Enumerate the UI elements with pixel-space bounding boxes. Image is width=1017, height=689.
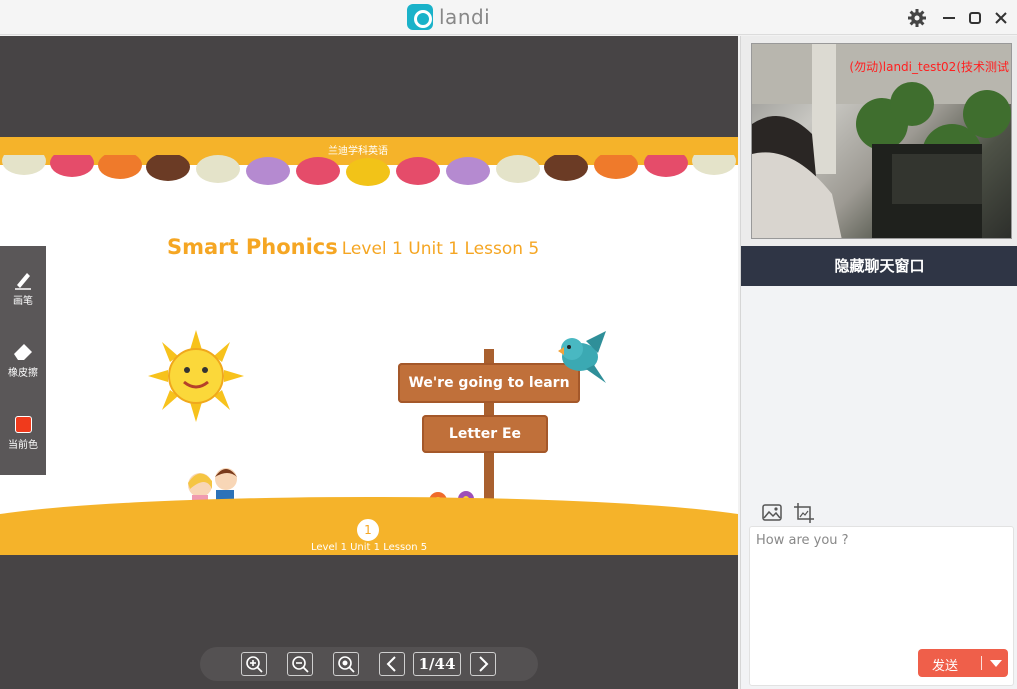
landi-logo-icon xyxy=(407,4,433,30)
color-swatch xyxy=(14,416,32,433)
current-color-tool[interactable]: 当前色 xyxy=(0,416,46,451)
zoom-out-button[interactable] xyxy=(287,652,313,676)
gear-icon xyxy=(908,9,926,27)
close-button[interactable] xyxy=(990,7,1012,29)
eraser-icon xyxy=(14,344,32,360)
app-name: landi xyxy=(439,5,491,29)
side-panel: (勿动)landi_test02(技术测试 隐藏聊天窗口 发送 xyxy=(740,36,1017,689)
pen-icon xyxy=(15,273,31,290)
next-page-button[interactable] xyxy=(470,652,496,676)
screenshot-button[interactable] xyxy=(793,502,815,524)
chat-input-area: 发送 xyxy=(741,494,1017,689)
chevron-left-icon xyxy=(386,656,396,672)
drawing-toolbar: 画笔 橡皮擦 当前色 xyxy=(0,246,46,475)
sun-illustration xyxy=(148,330,244,422)
title-bar: landi xyxy=(0,0,1017,35)
app-brand: landi xyxy=(407,4,490,30)
slide-controls: 1/44 xyxy=(200,647,538,681)
maximize-button[interactable] xyxy=(964,7,986,29)
sign-bottom: Letter Ee xyxy=(422,415,548,453)
video-area: (勿动)landi_test02(技术测试 xyxy=(741,36,1017,246)
slide-page-number: 1 xyxy=(355,517,381,543)
eraser-tool[interactable]: 橡皮擦 xyxy=(0,342,46,379)
send-image-button[interactable] xyxy=(761,502,783,524)
eraser-tool-label: 橡皮擦 xyxy=(8,368,38,379)
minimize-button[interactable] xyxy=(938,7,960,29)
slide-footer: Level 1 Unit 1 Lesson 5 xyxy=(311,542,428,553)
previous-page-button[interactable] xyxy=(379,652,405,676)
close-icon xyxy=(995,12,1007,24)
send-button[interactable]: 发送 xyxy=(918,649,1008,677)
zoom-reset-icon xyxy=(338,656,355,673)
courseware-slide[interactable]: 兰迪学科英语 Smart Phonics Level 1 Unit 1 Lesso… xyxy=(0,137,738,555)
slide-title-rest: Level 1 Unit 1 Lesson 5 xyxy=(341,239,540,259)
hide-chat-button[interactable]: 隐藏聊天窗口 xyxy=(741,246,1017,286)
settings-button[interactable] xyxy=(906,7,928,29)
crop-icon xyxy=(794,503,814,523)
zoom-in-icon xyxy=(246,656,263,673)
send-button-divider xyxy=(981,656,982,670)
send-options-dropdown-icon[interactable] xyxy=(990,660,1002,667)
current-color-label: 当前色 xyxy=(8,440,38,451)
chevron-right-icon xyxy=(479,656,489,672)
video-feed[interactable]: (勿动)landi_test02(技术测试 xyxy=(751,43,1012,239)
sign-top: We're going to learn xyxy=(398,363,580,403)
bunting-decoration xyxy=(2,155,736,186)
maximize-icon xyxy=(969,12,981,24)
slide-title-bold: Smart Phonics xyxy=(167,235,338,259)
pen-tool-label: 画笔 xyxy=(13,296,33,307)
send-button-label: 发送 xyxy=(932,659,959,674)
zoom-in-button[interactable] xyxy=(241,652,267,676)
page-indicator: 1/44 xyxy=(413,652,461,676)
bird-illustration xyxy=(558,331,606,383)
minimize-icon xyxy=(943,17,955,19)
zoom-out-icon xyxy=(292,656,309,673)
video-participant-label: (勿动)landi_test02(技术测试 xyxy=(849,60,1009,74)
image-icon xyxy=(762,504,782,521)
slide-title: Smart Phonics Level 1 Unit 1 Lesson 5 xyxy=(167,235,539,259)
zoom-fit-button[interactable] xyxy=(333,652,359,676)
chat-messages xyxy=(741,286,1017,494)
pen-tool[interactable]: 画笔 xyxy=(0,270,46,307)
